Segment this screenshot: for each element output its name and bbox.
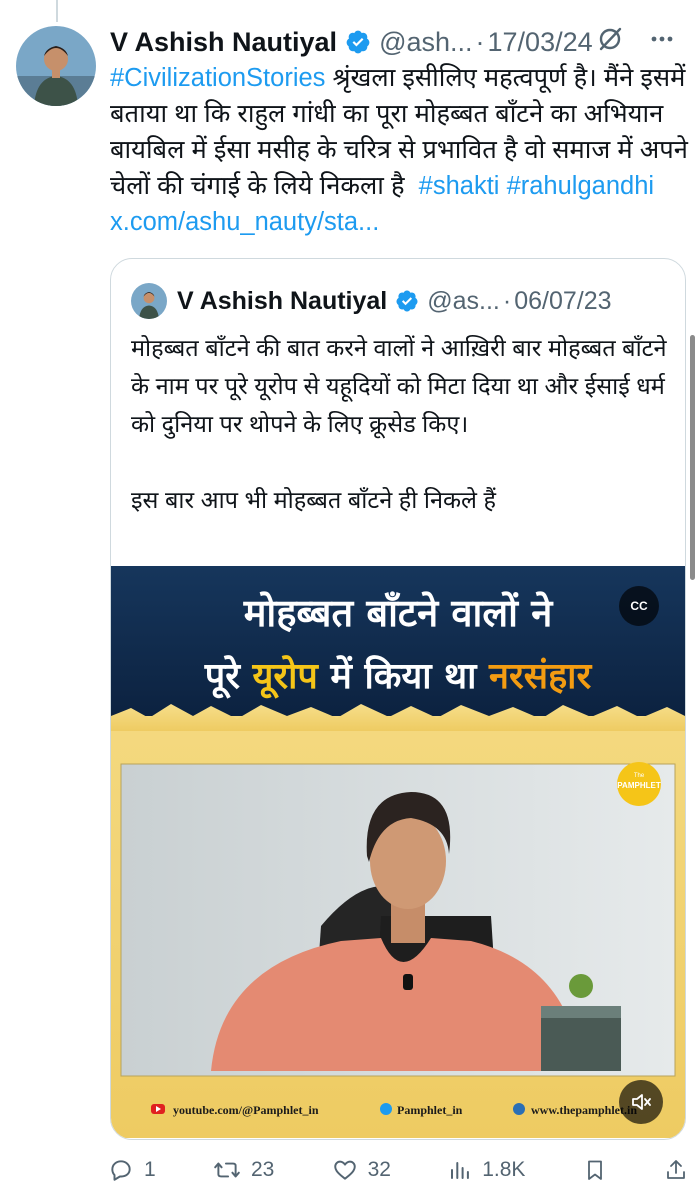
author-name[interactable]: V Ashish Nautiyal [110, 27, 337, 58]
hashtag-rahulgandhi[interactable]: #rahulgandhi [507, 172, 654, 200]
quoted-verified-badge-icon [395, 289, 419, 313]
footer-youtube-text: youtube.com/@Pamphlet_in [173, 1103, 319, 1117]
cc-label: CC [630, 599, 648, 613]
footer-twitter-text: Pamphlet_in [397, 1103, 463, 1117]
reply-count: 1 [144, 1158, 156, 1181]
quoted-author-handle: @as... [427, 286, 500, 315]
quoted-author-name: V Ashish Nautiyal [177, 286, 388, 315]
scrollbar[interactable] [690, 335, 695, 580]
repost-count: 23 [250, 1158, 275, 1181]
quoted-tweet-header: V Ashish Nautiyal @as... · 06/07/23 [131, 281, 669, 321]
quoted-avatar [131, 283, 167, 319]
headline-word-1: पूरे [204, 655, 253, 699]
share-icon [667, 1160, 685, 1179]
views-chart-icon [451, 1162, 470, 1179]
more-options-icon[interactable] [648, 25, 676, 60]
views-button[interactable]: 1.8K [448, 1158, 525, 1182]
tweet-header: V Ashish Nautiyal @ash... · 17/03/24 [110, 24, 688, 60]
hashtag-shakti[interactable]: #shakti [412, 172, 500, 200]
quoted-header-separator: · [502, 286, 512, 315]
like-button[interactable]: 32 [332, 1157, 391, 1183]
quoted-tweet-date: 06/07/23 [514, 286, 612, 315]
view-count: 1.8K [482, 1158, 526, 1181]
quoted-tweet-text: मोहब्बत बाँटने की बात करने वालों ने आख़ि… [131, 335, 667, 513]
video-thumbnail: PAMPHLET The मोहब्बत बाँटने वालों ने पूर… [111, 566, 685, 1138]
repost-button[interactable]: 23 [213, 1157, 274, 1183]
speaker-muted-icon [632, 1094, 651, 1110]
avatar-image [16, 26, 96, 106]
share-button[interactable] [664, 1157, 688, 1183]
avatar[interactable] [16, 26, 96, 106]
grok-icon[interactable] [596, 25, 624, 60]
tweet-text: #CivilizationStories श्रृंखला इसीलिए महत… [110, 60, 690, 240]
pamphlet-logo-top: The [634, 773, 645, 779]
thread-connector-line [56, 0, 58, 22]
hashtag-civilizationstories[interactable]: #CivilizationStories [110, 64, 325, 92]
reply-icon [111, 1160, 131, 1181]
video-headline-line1: मोहब्बत बाँटने वालों ने [243, 591, 555, 635]
quoted-tweet[interactable]: V Ashish Nautiyal @as... · 06/07/23 मोहब… [110, 258, 686, 1140]
pamphlet-logo-text: PAMPHLET [617, 781, 661, 790]
headline-word-3: में किया था [318, 655, 489, 697]
video-player[interactable]: PAMPHLET The मोहब्बत बाँटने वालों ने पूर… [111, 566, 685, 1138]
like-count: 32 [367, 1158, 391, 1181]
video-headline-line2: पूरे यूरोप में किया था नरसंहार [204, 655, 593, 699]
bookmark-button[interactable] [583, 1157, 607, 1183]
mute-button[interactable] [619, 1080, 663, 1124]
heart-icon [333, 1160, 356, 1180]
headline-word-europe: यूरोप [251, 655, 319, 699]
header-separator: · [475, 26, 485, 57]
tweet-space [499, 172, 506, 200]
bookmark-icon [587, 1160, 602, 1180]
tweet-actions: 1 23 32 1.8K [108, 1150, 688, 1190]
headline-word-massacre: नरसंहार [488, 656, 592, 697]
reply-button[interactable]: 1 [108, 1157, 156, 1183]
author-handle[interactable]: @ash... [379, 27, 472, 58]
tweet-date[interactable]: 17/03/24 [488, 27, 593, 58]
captions-button[interactable]: CC [619, 586, 659, 626]
repost-icon [214, 1162, 240, 1178]
verified-badge-icon [345, 29, 371, 55]
header-icons [596, 24, 676, 60]
